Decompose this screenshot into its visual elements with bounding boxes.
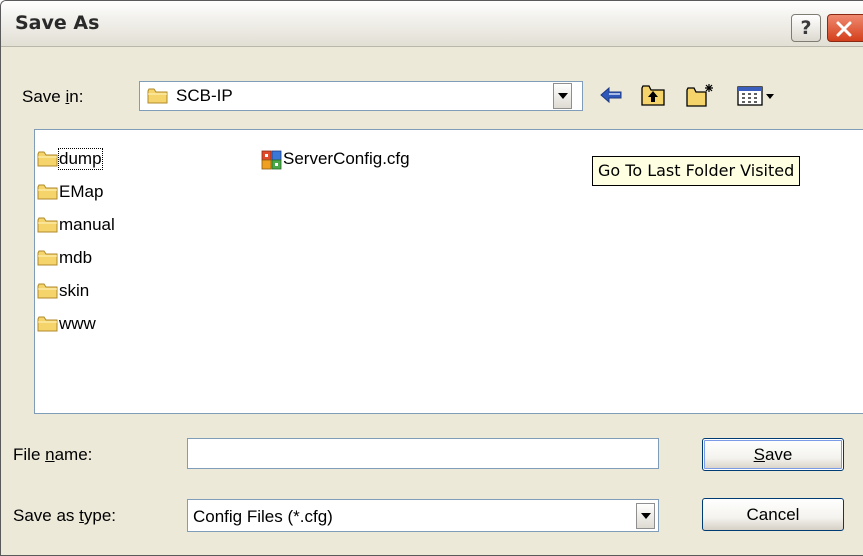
- config-file-icon: [261, 150, 282, 170]
- save-in-value: SCB-IP: [176, 86, 233, 105]
- save-as-type-combobox[interactable]: Config Files (*.cfg): [187, 499, 659, 532]
- folder-icon: [37, 283, 58, 299]
- save-as-type-label: Save as type:: [13, 506, 117, 525]
- up-one-level-button[interactable]: [639, 81, 669, 111]
- file-name-label: skin: [59, 281, 90, 300]
- folder-icon: [37, 250, 58, 266]
- file-name-label: www: [59, 314, 96, 333]
- file-name-label: mdb: [59, 248, 93, 267]
- back-button[interactable]: [597, 81, 627, 111]
- folder-icon: [37, 151, 58, 167]
- tooltip: Go To Last Folder Visited: [592, 156, 801, 186]
- view-menu-button[interactable]: [735, 81, 785, 111]
- title-bar[interactable]: Save As ?: [1, 1, 863, 47]
- chevron-down-icon: [641, 513, 651, 519]
- view-menu-icon: [737, 86, 774, 106]
- folder-icon: [37, 316, 58, 332]
- back-arrow-icon: [600, 86, 622, 104]
- cancel-button[interactable]: Cancel: [702, 498, 844, 531]
- save-in-dropdown-button[interactable]: [553, 83, 572, 109]
- save-in-combobox[interactable]: SCB-IP: [139, 81, 583, 111]
- dialog-title: Save As: [15, 12, 100, 34]
- save-in-label: Save in:: [22, 87, 84, 106]
- up-one-level-icon: [641, 85, 665, 106]
- close-button[interactable]: [827, 14, 863, 42]
- save-button[interactable]: Save: [702, 438, 844, 471]
- file-name-label: dump: [58, 148, 103, 170]
- save-as-type-dropdown-button[interactable]: [636, 503, 655, 529]
- create-new-folder-button[interactable]: [685, 81, 719, 111]
- new-folder-icon: [686, 84, 713, 107]
- folder-icon: [37, 184, 58, 200]
- save-as-type-value: Config Files (*.cfg): [193, 507, 333, 526]
- file-name-input[interactable]: [187, 438, 659, 469]
- file-name-label: File name:: [13, 445, 93, 464]
- close-icon: [836, 21, 852, 37]
- file-name-label: ServerConfig.cfg: [283, 149, 410, 168]
- save-as-dialog: Save As ? Save in: SCB-IP dump EMap manu…: [0, 0, 863, 556]
- file-name-label: EMap: [59, 182, 104, 201]
- chevron-down-icon: [558, 93, 568, 99]
- file-name-label: manual: [59, 215, 115, 234]
- help-button[interactable]: ?: [791, 14, 821, 42]
- folder-icon: [37, 217, 58, 233]
- folder-icon: [147, 88, 168, 104]
